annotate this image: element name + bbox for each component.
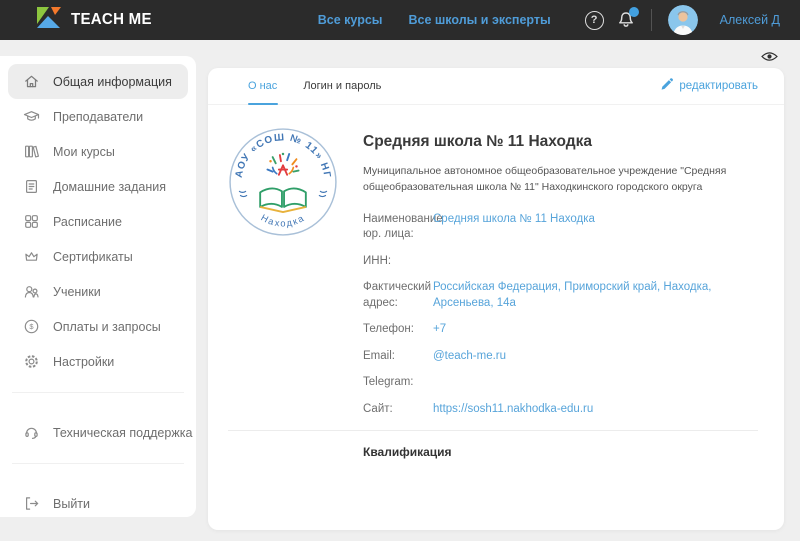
graduation-cap-icon <box>23 108 40 125</box>
field-label: Сайт: <box>363 402 433 418</box>
field-label: Telegram: <box>363 375 433 391</box>
sidebar-item-certificates[interactable]: Сертификаты <box>8 239 188 274</box>
sidebar-item-students[interactable]: Ученики <box>8 274 188 309</box>
school-description: Муниципальное автономное общеобразовател… <box>363 164 758 196</box>
sidebar-item-logout[interactable]: Выйти <box>8 486 188 521</box>
notification-badge <box>629 7 639 17</box>
sidebar-item-label: Настройки <box>53 355 114 369</box>
sidebar-item-schedule[interactable]: Расписание <box>8 204 188 239</box>
sidebar-item-payments[interactable]: $ Оплаты и запросы <box>8 309 188 344</box>
sidebar-item-teachers[interactable]: Преподаватели <box>8 99 188 134</box>
headset-icon <box>23 424 40 441</box>
field-value-link[interactable]: Российская Федерация, Приморский край, Н… <box>433 280 758 311</box>
sidebar-item-label: Мои курсы <box>53 145 115 159</box>
school-logo: МАОУ «СОШ № 11» НГО Находка <box>228 119 363 428</box>
sidebar-divider <box>12 463 184 464</box>
sidebar-item-label: Общая информация <box>53 75 172 89</box>
schedule-grid-icon <box>23 213 40 230</box>
homework-document-icon <box>23 178 40 195</box>
section-divider <box>228 430 758 431</box>
help-glyph: ? <box>591 14 598 26</box>
sidebar-item-support[interactable]: Техническая поддержка <box>8 415 188 450</box>
sidebar-item-general-info[interactable]: Общая информация <box>8 64 188 99</box>
field-value-link[interactable]: Средняя школа № 11 Находка <box>433 212 758 243</box>
qualification-heading: Квалификация <box>363 445 784 459</box>
sidebar-item-label: Оплаты и запросы <box>53 320 161 334</box>
user-name[interactable]: Алексей Д <box>720 13 780 27</box>
svg-text:$: $ <box>29 322 34 331</box>
students-icon <box>23 283 40 300</box>
tab-label: О нас <box>248 80 277 92</box>
nav-all-courses[interactable]: Все курсы <box>318 13 383 27</box>
sidebar-item-label: Выйти <box>53 497 90 511</box>
field-website: Сайт: https://sosh11.nakhodka-edu.ru <box>363 402 758 418</box>
tab-login-password[interactable]: Логин и пароль <box>303 68 381 104</box>
sidebar-item-label: Сертификаты <box>53 250 133 264</box>
pencil-icon <box>660 78 673 94</box>
home-icon <box>23 73 40 90</box>
visibility-eye-icon[interactable] <box>761 51 778 62</box>
brand-logo[interactable]: TEACH ME <box>36 5 157 36</box>
school-info: Средняя школа № 11 Находка Муниципальное… <box>363 119 758 428</box>
field-value-link[interactable]: https://sosh11.nakhodka-edu.ru <box>433 402 758 418</box>
help-icon[interactable]: ? <box>585 11 604 30</box>
sidebar-item-label: Домашние задания <box>53 180 166 194</box>
notifications-bell-icon[interactable] <box>617 11 635 29</box>
field-label: Фактический адрес: <box>363 280 433 311</box>
field-address: Фактический адрес: Российская Федерация,… <box>363 280 758 311</box>
app-header: TEACH ME Все курсы Все школы и эксперты … <box>0 0 800 40</box>
sidebar-item-homework[interactable]: Домашние задания <box>8 169 188 204</box>
books-icon <box>23 143 40 160</box>
sidebar-item-my-courses[interactable]: Мои курсы <box>8 134 188 169</box>
field-value <box>433 254 758 270</box>
school-title: Средняя школа № 11 Находка <box>363 133 758 151</box>
sidebar-item-label: Преподаватели <box>53 110 143 124</box>
edit-button[interactable]: редактировать <box>660 68 758 104</box>
edit-label: редактировать <box>679 80 758 92</box>
header-nav: Все курсы Все школы и эксперты <box>318 13 551 27</box>
field-legal-name: Наименование юр. лица: Средняя школа № 1… <box>363 212 758 243</box>
tab-label: Логин и пароль <box>303 80 381 92</box>
sidebar-item-label: Расписание <box>53 215 122 229</box>
tab-about[interactable]: О нас <box>248 68 277 104</box>
sidebar-divider <box>12 392 184 393</box>
school-profile-card: О нас Логин и пароль редактировать <box>208 68 784 530</box>
brand-title: TEACH ME <box>71 11 152 29</box>
field-phone: Телефон: +7 <box>363 322 758 338</box>
gear-icon <box>23 353 40 370</box>
teachme-logo-icon <box>36 5 62 36</box>
logout-icon <box>23 495 40 512</box>
sidebar-item-label: Техническая поддержка <box>53 426 192 440</box>
dollar-circle-icon: $ <box>23 318 40 335</box>
sidebar: Общая информация Преподаватели Мои курсы <box>0 56 196 517</box>
field-label: Email: <box>363 349 433 365</box>
field-label: ИНН: <box>363 254 433 270</box>
about-content: МАОУ «СОШ № 11» НГО Находка <box>208 105 784 428</box>
sidebar-item-settings[interactable]: Настройки <box>8 344 188 379</box>
user-avatar[interactable] <box>668 5 698 35</box>
tab-bar: О нас Логин и пароль редактировать <box>208 68 784 105</box>
field-value <box>433 375 758 391</box>
field-inn: ИНН: <box>363 254 758 270</box>
field-telegram: Telegram: <box>363 375 758 391</box>
field-value-link[interactable]: @teach-me.ru <box>433 349 758 365</box>
header-icons: ? Алексей Д <box>585 5 780 35</box>
field-value-link[interactable]: +7 <box>433 322 758 338</box>
sidebar-item-label: Ученики <box>53 285 101 299</box>
field-label: Наименование юр. лица: <box>363 212 433 243</box>
header-divider <box>651 9 652 31</box>
nav-all-schools[interactable]: Все школы и эксперты <box>408 13 550 27</box>
crown-icon <box>23 248 40 265</box>
field-label: Телефон: <box>363 322 433 338</box>
field-email: Email: @teach-me.ru <box>363 349 758 365</box>
